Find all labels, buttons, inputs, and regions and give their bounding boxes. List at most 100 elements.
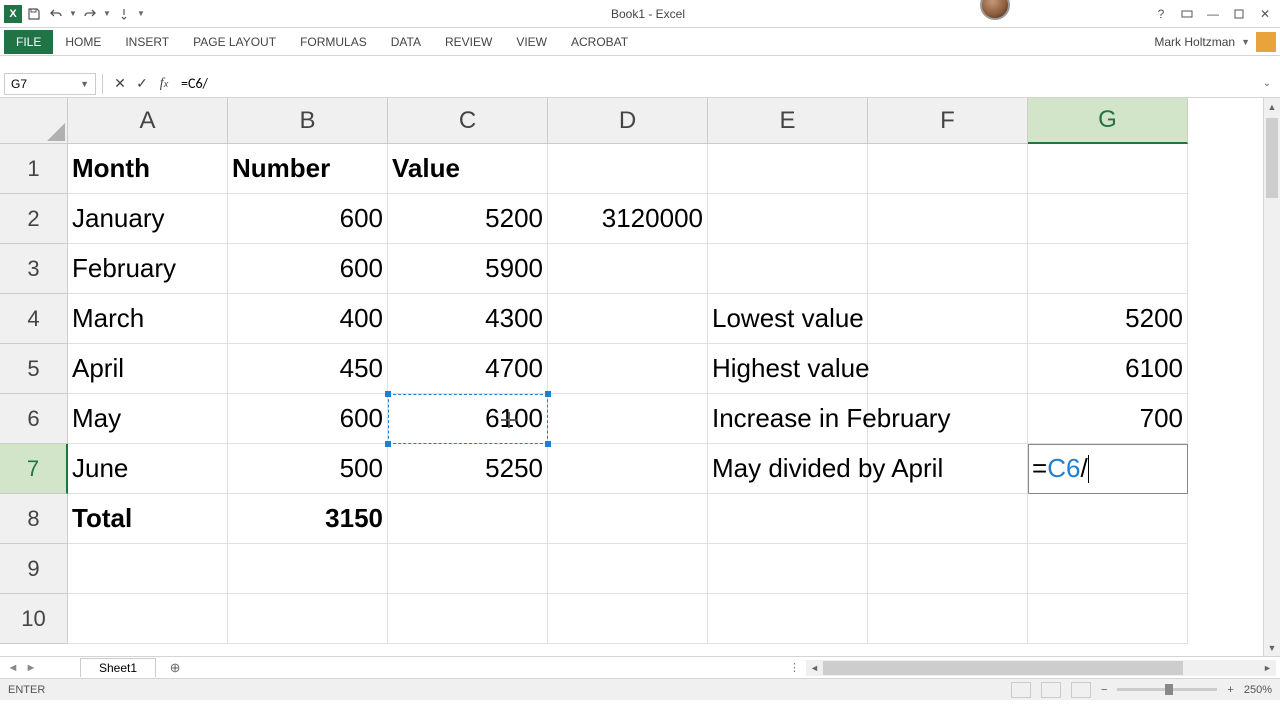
cell-f7[interactable] bbox=[868, 444, 1028, 494]
expand-formula-bar-icon[interactable]: ⌄ bbox=[1258, 78, 1276, 89]
tab-data[interactable]: DATA bbox=[379, 30, 433, 54]
cell-b5[interactable]: 450 bbox=[228, 344, 388, 394]
col-header-e[interactable]: E bbox=[708, 98, 868, 144]
page-layout-view-icon[interactable] bbox=[1041, 682, 1061, 698]
cell-d5[interactable] bbox=[548, 344, 708, 394]
cell-b1[interactable]: Number bbox=[228, 144, 388, 194]
cell-g4[interactable]: 5200 bbox=[1028, 294, 1188, 344]
vertical-scrollbar[interactable]: ▲ ▼ bbox=[1263, 98, 1280, 656]
user-picture[interactable] bbox=[1256, 32, 1276, 52]
minimize-icon[interactable]: — bbox=[1202, 4, 1224, 24]
scroll-thumb[interactable] bbox=[1266, 118, 1278, 198]
cell-c9[interactable] bbox=[388, 544, 548, 594]
cell-c6[interactable]: 6100 bbox=[388, 394, 548, 444]
row-header-3[interactable]: 3 bbox=[0, 244, 68, 294]
row-header-8[interactable]: 8 bbox=[0, 494, 68, 544]
cell-a2[interactable]: January bbox=[68, 194, 228, 244]
undo-icon[interactable] bbox=[46, 4, 66, 24]
ribbon-options-icon[interactable] bbox=[1176, 4, 1198, 24]
enter-formula-icon[interactable]: ✓ bbox=[131, 74, 153, 94]
cell-c4[interactable]: 4300 bbox=[388, 294, 548, 344]
help-icon[interactable]: ? bbox=[1150, 4, 1172, 24]
cell-a7[interactable]: June bbox=[68, 444, 228, 494]
tab-insert[interactable]: INSERT bbox=[113, 30, 181, 54]
scroll-down-icon[interactable]: ▼ bbox=[1264, 639, 1280, 656]
horizontal-scrollbar[interactable]: ◄ ► bbox=[806, 660, 1276, 676]
cell-a5[interactable]: April bbox=[68, 344, 228, 394]
cell-e5[interactable]: Highest value bbox=[708, 344, 868, 394]
cell-c3[interactable]: 5900 bbox=[388, 244, 548, 294]
cell-f5[interactable] bbox=[868, 344, 1028, 394]
cell-e6[interactable]: Increase in February bbox=[708, 394, 868, 444]
cell-d6[interactable] bbox=[548, 394, 708, 444]
formula-input[interactable] bbox=[175, 73, 1258, 95]
user-name-label[interactable]: Mark Holtzman bbox=[1154, 35, 1235, 49]
close-icon[interactable]: ✕ bbox=[1254, 4, 1276, 24]
name-box-dropdown-icon[interactable]: ▼ bbox=[80, 79, 89, 89]
cell-f2[interactable] bbox=[868, 194, 1028, 244]
insert-function-icon[interactable]: fx bbox=[153, 74, 175, 94]
cell-b7[interactable]: 500 bbox=[228, 444, 388, 494]
row-header-7[interactable]: 7 bbox=[0, 444, 68, 494]
cell-c10[interactable] bbox=[388, 594, 548, 644]
cell-c2[interactable]: 5200 bbox=[388, 194, 548, 244]
zoom-slider-thumb[interactable] bbox=[1165, 684, 1173, 695]
cell-c8[interactable] bbox=[388, 494, 548, 544]
scroll-up-icon[interactable]: ▲ bbox=[1264, 98, 1280, 115]
row-header-10[interactable]: 10 bbox=[0, 594, 68, 644]
cell-a10[interactable] bbox=[68, 594, 228, 644]
row-header-9[interactable]: 9 bbox=[0, 544, 68, 594]
cell-e7[interactable]: May divided by April bbox=[708, 444, 868, 494]
cell-a3[interactable]: February bbox=[68, 244, 228, 294]
cell-g2[interactable] bbox=[1028, 194, 1188, 244]
zoom-level-label[interactable]: 250% bbox=[1244, 684, 1272, 696]
tab-review[interactable]: REVIEW bbox=[433, 30, 504, 54]
redo-icon[interactable] bbox=[80, 4, 100, 24]
redo-dropdown-icon[interactable]: ▼ bbox=[102, 4, 112, 24]
cell-d8[interactable] bbox=[548, 494, 708, 544]
touch-mode-icon[interactable] bbox=[114, 4, 134, 24]
col-header-c[interactable]: C bbox=[388, 98, 548, 144]
cell-c7[interactable]: 5250 bbox=[388, 444, 548, 494]
cell-d10[interactable] bbox=[548, 594, 708, 644]
cell-b8[interactable]: 3150 bbox=[228, 494, 388, 544]
sheet-tab-sheet1[interactable]: Sheet1 bbox=[80, 658, 156, 677]
cell-d4[interactable] bbox=[548, 294, 708, 344]
cell-e9[interactable] bbox=[708, 544, 868, 594]
row-header-6[interactable]: 6 bbox=[0, 394, 68, 444]
cell-e4[interactable]: Lowest value bbox=[708, 294, 868, 344]
col-header-a[interactable]: A bbox=[68, 98, 228, 144]
cell-d3[interactable] bbox=[548, 244, 708, 294]
tab-file[interactable]: FILE bbox=[4, 30, 53, 54]
cell-b2[interactable]: 600 bbox=[228, 194, 388, 244]
cell-a9[interactable] bbox=[68, 544, 228, 594]
cell-f9[interactable] bbox=[868, 544, 1028, 594]
add-sheet-icon[interactable]: ⊕ bbox=[164, 659, 186, 677]
cell-b6[interactable]: 600 bbox=[228, 394, 388, 444]
cell-g1[interactable] bbox=[1028, 144, 1188, 194]
cell-g8[interactable] bbox=[1028, 494, 1188, 544]
user-dropdown-icon[interactable]: ▼ bbox=[1241, 37, 1250, 47]
col-header-b[interactable]: B bbox=[228, 98, 388, 144]
save-icon[interactable] bbox=[24, 4, 44, 24]
cell-d2[interactable]: 3120000 bbox=[548, 194, 708, 244]
cell-e1[interactable] bbox=[708, 144, 868, 194]
cell-d9[interactable] bbox=[548, 544, 708, 594]
cell-g10[interactable] bbox=[1028, 594, 1188, 644]
zoom-in-icon[interactable]: + bbox=[1227, 684, 1233, 696]
name-box[interactable]: G7 ▼ bbox=[4, 73, 96, 95]
cell-b4[interactable]: 400 bbox=[228, 294, 388, 344]
cell-d7[interactable] bbox=[548, 444, 708, 494]
cell-f8[interactable] bbox=[868, 494, 1028, 544]
cell-a4[interactable]: March bbox=[68, 294, 228, 344]
row-header-2[interactable]: 2 bbox=[0, 194, 68, 244]
select-all-corner[interactable] bbox=[0, 98, 68, 144]
cell-f3[interactable] bbox=[868, 244, 1028, 294]
cell-b10[interactable] bbox=[228, 594, 388, 644]
undo-dropdown-icon[interactable]: ▼ bbox=[68, 4, 78, 24]
cell-g5[interactable]: 6100 bbox=[1028, 344, 1188, 394]
cell-g7[interactable]: =C6/ bbox=[1028, 444, 1188, 494]
cell-f10[interactable] bbox=[868, 594, 1028, 644]
cell-f6[interactable] bbox=[868, 394, 1028, 444]
cell-c1[interactable]: Value bbox=[388, 144, 548, 194]
